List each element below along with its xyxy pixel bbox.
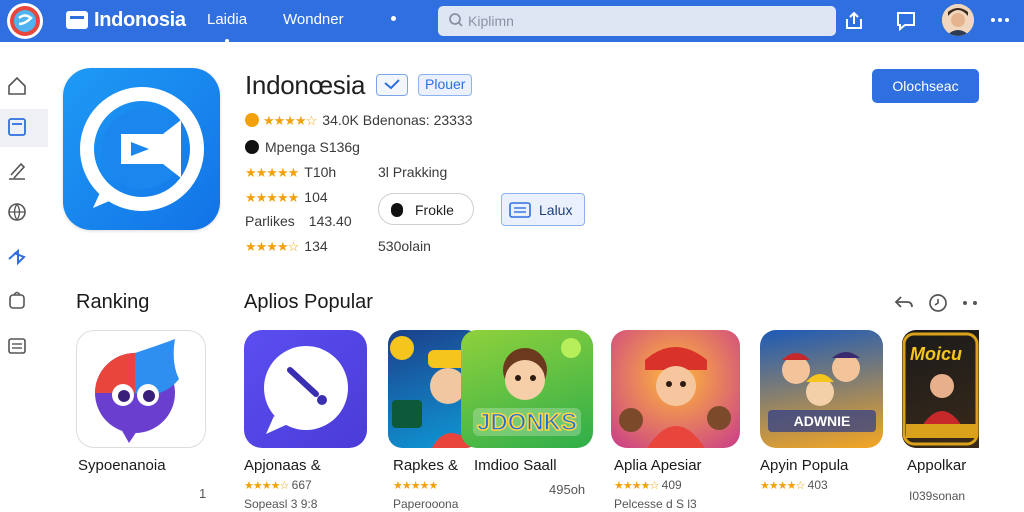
stars-icon: ★★★★☆ <box>614 480 659 492</box>
chat-icon[interactable] <box>894 9 918 33</box>
back-icon[interactable] <box>893 293 915 313</box>
rating-value: 667 <box>291 478 312 492</box>
ranking-app-icon[interactable] <box>76 330 206 448</box>
popular-app-sub: I039sonan <box>909 489 966 503</box>
label-row: Parlikes 143.40 <box>245 213 352 233</box>
developer-icon <box>245 140 259 154</box>
popular-app-icon-4[interactable] <box>611 330 740 448</box>
top-bar: Indonosia Laidia Wondner <box>0 0 1024 43</box>
popular-app-icon-3[interactable]: JDONKS <box>461 330 593 448</box>
svg-text:JDONKS: JDONKS <box>477 409 577 436</box>
rating-value: 403 <box>807 478 828 492</box>
home-icon <box>8 76 26 95</box>
popular-app-icon-5[interactable]: ADWNIE <box>760 330 883 448</box>
stars-icon: ★★★★★ <box>245 190 299 205</box>
sidebar-item-globe[interactable] <box>0 194 48 232</box>
review-count: 134 <box>304 238 328 254</box>
stars-icon: ★★★★☆ <box>245 239 299 254</box>
popular-app-sub: Pelcesse d S l3 <box>614 497 697 511</box>
drop-icon <box>391 203 403 217</box>
ranking-number: 1 <box>199 486 207 501</box>
sidebar-item-edit[interactable] <box>0 153 48 191</box>
popular-app-rating: ★★★★☆ 403 <box>760 478 828 492</box>
popular-app-rating: ★★★★☆ 409 <box>614 478 682 492</box>
coin-icon <box>245 113 259 127</box>
edit-icon <box>9 162 26 180</box>
ranking-info: 3l Prakking <box>378 164 448 180</box>
search-bar[interactable] <box>438 6 836 36</box>
sidebar-item-apps[interactable] <box>0 109 48 147</box>
review-count: 104 <box>304 189 328 205</box>
action-button-2[interactable]: Lalux <box>501 193 585 226</box>
logo-icon[interactable] <box>7 3 43 39</box>
label-text: Parlikes <box>245 213 295 229</box>
svg-text:Moicu: Moicu <box>910 344 962 364</box>
popular-title: Aplios Popular <box>244 291 373 313</box>
share-icon[interactable] <box>842 9 866 33</box>
stars-icon: ★★★★☆ <box>263 113 317 128</box>
rating-row: ★★★★☆ 34.0K Bdenonas: 23333 <box>245 112 473 132</box>
search-input[interactable] <box>468 10 828 32</box>
brand-name[interactable]: Indonosia <box>94 9 186 32</box>
label-value: 143.40 <box>308 213 352 229</box>
list-icon <box>8 338 26 354</box>
globe-icon <box>8 203 26 221</box>
reviews-row-2: ★★★★★ 104 <box>245 189 328 209</box>
ranking-title: Ranking <box>76 291 150 313</box>
avatar[interactable] <box>942 4 974 36</box>
action-button-1[interactable]: Frokle <box>378 193 474 225</box>
action-label-2: Lalux <box>539 202 573 218</box>
get-button[interactable]: Olochseac <box>872 69 979 103</box>
popular-app-size: 495oh <box>549 482 586 497</box>
popular-app-name[interactable]: Aplia Apesiar <box>614 457 702 474</box>
action-label-1: Frokle <box>415 202 454 218</box>
nav-link-laidia[interactable]: Laidia <box>207 11 247 43</box>
popular-app-icon-1[interactable] <box>244 330 367 448</box>
clock-icon[interactable] <box>927 293 949 313</box>
more-icon[interactable] <box>990 12 1010 28</box>
svg-text:ADWNIE: ADWNIE <box>794 413 851 429</box>
popular-app-name[interactable]: Apyin Popula <box>760 457 848 474</box>
bag-icon <box>9 291 25 309</box>
popular-app-name[interactable]: Apjonaas & <box>244 457 321 474</box>
nav-dot <box>391 16 396 21</box>
stars-icon: ★★★★☆ <box>244 480 289 492</box>
more-options-icon[interactable] <box>960 293 982 313</box>
app-title: Indonœsia <box>245 70 366 100</box>
popular-app-name[interactable]: Imdioo Saall <box>474 457 557 474</box>
popular-app-name[interactable]: Appolkar <box>907 457 966 474</box>
bluetooth-icon <box>8 248 26 266</box>
rating-value: 409 <box>661 478 682 492</box>
stars-icon: ★★★★★ <box>245 165 299 180</box>
review-count: T10h <box>304 164 337 180</box>
popular-app-name[interactable]: Rapkes & <box>393 457 458 474</box>
popular-app-rating: ★★★★☆ 667 <box>244 478 312 492</box>
stars-icon: ★★★★☆ <box>760 480 805 492</box>
sidebar-item-home[interactable] <box>0 68 48 106</box>
reviews-row-1: ★★★★★ T10h <box>245 164 336 184</box>
developer-name: Mpenga S136g <box>265 139 360 155</box>
keyboard-icon <box>509 202 531 218</box>
reviews-row-3: ★★★★☆ 134 <box>245 238 328 258</box>
ranking-app-name[interactable]: Sypoenanoia <box>78 457 166 474</box>
verified-badge <box>376 74 408 96</box>
download-info: 530olain <box>378 238 431 254</box>
store-icon[interactable] <box>66 11 88 29</box>
category-tag[interactable]: Plouer <box>418 74 473 96</box>
popular-app-rating: ★★★★★ <box>393 478 438 492</box>
popular-app-sub: Paperooona <box>393 497 459 511</box>
search-icon <box>449 13 463 27</box>
sidebar-item-bluetooth[interactable] <box>0 238 48 276</box>
sidebar-item-list[interactable] <box>0 328 48 366</box>
developer-row[interactable]: Mpenga S136g <box>245 139 360 159</box>
sidebar-item-bag[interactable] <box>0 282 48 320</box>
popular-app-sub: Sopeasl 3 9:8 <box>244 497 318 511</box>
apps-icon <box>8 118 26 136</box>
app-icon <box>63 68 220 230</box>
stars-icon: ★★★★★ <box>393 480 438 492</box>
nav-link-wondner[interactable]: Wondner <box>283 11 344 28</box>
rating-text: 34.0K Bdenonas: 23333 <box>322 112 473 128</box>
popular-app-icon-6[interactable]: Moicu <box>902 330 979 448</box>
